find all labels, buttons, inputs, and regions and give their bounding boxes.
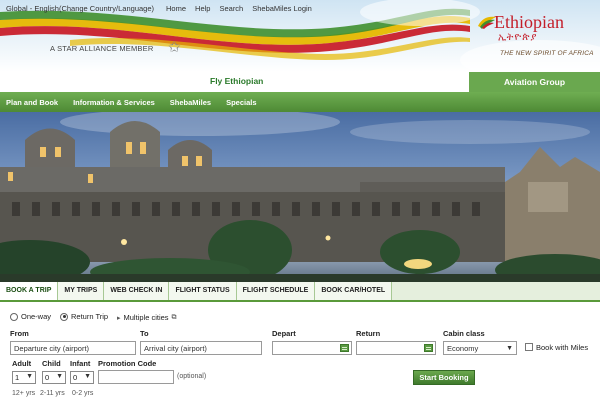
- search-link[interactable]: Search: [219, 4, 243, 13]
- multiple-cities-link[interactable]: ▸ Multiple cities ⧉: [117, 313, 177, 322]
- radio-dot-selected: [60, 312, 68, 321]
- shebamiles-login-link[interactable]: ShebaMiles Login: [252, 4, 312, 13]
- logo-amharic: ኢትዮጵያ: [498, 32, 538, 43]
- tab-book-car-hotel[interactable]: BOOK CAR/HOTEL: [315, 282, 393, 300]
- adult-label: Adult: [12, 359, 32, 368]
- promotion-code-label: Promotion Code: [98, 359, 157, 368]
- nav-plan-and-book[interactable]: Plan and Book: [0, 98, 58, 107]
- calendar-icon[interactable]: [424, 344, 433, 352]
- adult-select[interactable]: 1 ▼: [12, 371, 36, 384]
- home-link[interactable]: Home: [166, 4, 186, 13]
- return-date-field[interactable]: [356, 341, 436, 355]
- tab-flight-schedule[interactable]: FLIGHT SCHEDULE: [236, 282, 316, 300]
- booking-form: One-way Return Trip ▸ Multiple cities ⧉ …: [0, 304, 600, 400]
- chevron-down-icon: ▼: [26, 373, 33, 380]
- hero-image: [0, 112, 600, 282]
- adult-age-hint: 12+ yrs: [12, 390, 36, 397]
- chevron-down-icon: ▼: [506, 345, 513, 352]
- infant-value: 0: [73, 373, 78, 382]
- infant-select[interactable]: 0 ▼: [70, 371, 94, 384]
- region-link[interactable]: Global - English(Change Country/Language…: [6, 4, 154, 13]
- logo-tagline: THE NEW SPIRIT OF AFRICA: [500, 50, 594, 57]
- cabin-class-label: Cabin class: [443, 329, 485, 338]
- depart-label: Depart: [272, 329, 296, 338]
- star-alliance-icon: ✩: [168, 39, 181, 56]
- tab-web-check-in[interactable]: WEB CHECK IN: [104, 282, 170, 300]
- nav-specials[interactable]: Specials: [220, 98, 256, 107]
- vienna-palace-illustration: [0, 112, 600, 282]
- to-label: To: [140, 329, 149, 338]
- cabin-class-select[interactable]: Economy ▼: [443, 341, 517, 355]
- cabin-class-value: Economy: [447, 344, 479, 353]
- multiple-cities-label: Multiple cities: [123, 313, 169, 322]
- aviation-group-tab[interactable]: Aviation Group: [469, 72, 600, 92]
- child-label: Child: [42, 359, 61, 368]
- radio-dot: [10, 312, 18, 321]
- booking-tabs: BOOK A TRIP MY TRIPS WEB CHECK IN FLIGHT…: [0, 282, 600, 302]
- help-link[interactable]: Help: [195, 4, 210, 13]
- return-label: Return: [356, 329, 381, 338]
- site-header: Global - English(Change Country/Language…: [0, 0, 600, 72]
- ethiopian-logo[interactable]: Ethiopian ኢትዮጵያ THE NEW SPIRIT OF AFRICA: [478, 10, 594, 62]
- book-with-miles-checkbox[interactable]: [525, 343, 533, 351]
- return-trip-label: Return Trip: [71, 312, 109, 321]
- child-value: 0: [45, 373, 50, 382]
- one-way-radio[interactable]: One-way: [10, 312, 51, 321]
- external-link-icon: ⧉: [171, 313, 177, 321]
- chevron-down-icon: ▼: [56, 373, 63, 380]
- start-booking-button[interactable]: Start Booking: [413, 370, 475, 385]
- child-age-hint: 2-11 yrs: [40, 390, 65, 397]
- return-trip-radio[interactable]: Return Trip: [60, 312, 108, 321]
- main-nav: Plan and Book Information & Services She…: [0, 92, 600, 112]
- tab-flight-status[interactable]: FLIGHT STATUS: [169, 282, 237, 300]
- optional-text: (optional): [177, 373, 207, 380]
- depart-date-field[interactable]: [272, 341, 352, 355]
- child-select[interactable]: 0 ▼: [42, 371, 66, 384]
- logo-name: Ethiopian: [494, 12, 564, 32]
- fly-ethiopian-title: Fly Ethiopian: [210, 76, 264, 86]
- ethiopian-homepage: Global - English(Change Country/Language…: [0, 0, 600, 400]
- to-field[interactable]: Arrival city (airport): [140, 341, 262, 355]
- adult-value: 1: [15, 373, 20, 382]
- chevron-down-icon: ▼: [84, 373, 91, 380]
- nav-information-services[interactable]: Information & Services: [67, 98, 155, 107]
- arrow-right-icon: ▸: [117, 314, 121, 322]
- one-way-label: One-way: [21, 312, 52, 321]
- top-nav: Global - English(Change Country/Language…: [6, 4, 321, 13]
- infant-age-hint: 0-2 yrs: [72, 390, 94, 397]
- star-alliance-text: A STAR ALLIANCE MEMBER: [50, 44, 154, 53]
- book-with-miles-label: Book with Miles: [536, 343, 589, 352]
- infant-label: Infant: [70, 359, 91, 368]
- nav-shebamiles[interactable]: ShebaMiles: [164, 98, 211, 107]
- calendar-icon[interactable]: [340, 344, 349, 352]
- from-field[interactable]: Departure city (airport): [10, 341, 136, 355]
- tab-my-trips[interactable]: MY TRIPS: [58, 282, 105, 300]
- tab-book-a-trip[interactable]: BOOK A TRIP: [0, 282, 59, 300]
- promotion-code-input[interactable]: [98, 370, 174, 384]
- from-label: From: [10, 329, 29, 338]
